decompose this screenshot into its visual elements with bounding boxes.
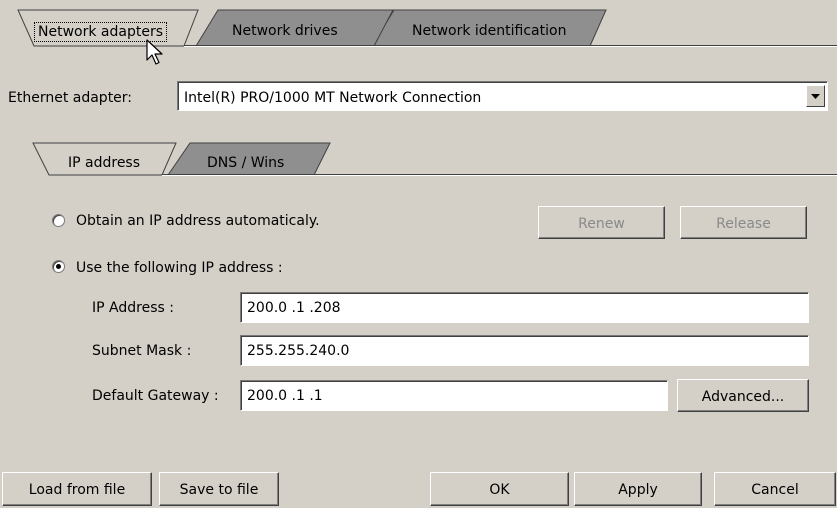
subnet-mask-label: Subnet Mask :	[92, 343, 192, 359]
ok-button-label: OK	[489, 482, 510, 498]
default-gateway-value: 200.0 .1 .1	[247, 388, 323, 404]
use-following-label[interactable]: Use the following IP address :	[76, 261, 283, 275]
ethernet-adapter-select[interactable]: Intel(R) PRO/1000 MT Network Connection	[177, 81, 828, 111]
advanced-button-label: Advanced...	[701, 389, 785, 405]
cancel-button[interactable]: Cancel	[714, 472, 836, 506]
save-to-file-button[interactable]: Save to file	[159, 472, 279, 506]
ethernet-adapter-value: Intel(R) PRO/1000 MT Network Connection	[184, 90, 482, 106]
release-button-label: Release	[716, 216, 771, 232]
mouse-cursor-icon	[146, 39, 163, 65]
obtain-auto-label[interactable]: Obtain an IP address automaticaly.	[76, 214, 320, 228]
advanced-button[interactable]: Advanced...	[677, 379, 809, 412]
tab-network-adapters[interactable]: Network adapters	[30, 14, 190, 42]
default-gateway-label: Default Gateway :	[92, 388, 219, 404]
load-from-file-button[interactable]: Load from file	[2, 472, 152, 506]
ip-address-value: 200.0 .1 .208	[247, 300, 341, 316]
tab-ip-address[interactable]: IP address	[68, 156, 140, 170]
cancel-button-label: Cancel	[751, 482, 799, 498]
default-gateway-field[interactable]: 200.0 .1 .1	[240, 380, 668, 411]
subnet-mask-field[interactable]: 255.255.240.0	[240, 335, 809, 366]
radio-selected-dot	[56, 264, 61, 269]
subnet-mask-value: 255.255.240.0	[247, 343, 350, 359]
obtain-auto-radio[interactable]	[52, 214, 65, 227]
renew-button[interactable]: Renew	[538, 206, 665, 239]
tab-network-identification[interactable]: Network identification	[412, 24, 566, 38]
tab-network-drives[interactable]: Network drives	[232, 24, 338, 38]
tab-dns-wins[interactable]: DNS / Wins	[207, 156, 284, 170]
ip-address-field[interactable]: 200.0 .1 .208	[240, 292, 809, 323]
renew-button-label: Renew	[578, 216, 625, 232]
chevron-down-icon	[811, 94, 820, 99]
apply-button-label: Apply	[618, 482, 658, 498]
ok-button[interactable]: OK	[430, 472, 569, 506]
use-following-radio[interactable]	[52, 260, 65, 273]
release-button[interactable]: Release	[680, 206, 807, 239]
load-from-file-label: Load from file	[28, 482, 126, 498]
ethernet-adapter-label: Ethernet adapter:	[8, 90, 133, 106]
dropdown-button[interactable]	[806, 85, 825, 107]
ip-address-label: IP Address :	[92, 300, 174, 316]
save-to-file-label: Save to file	[179, 482, 259, 498]
apply-button[interactable]: Apply	[574, 472, 702, 506]
